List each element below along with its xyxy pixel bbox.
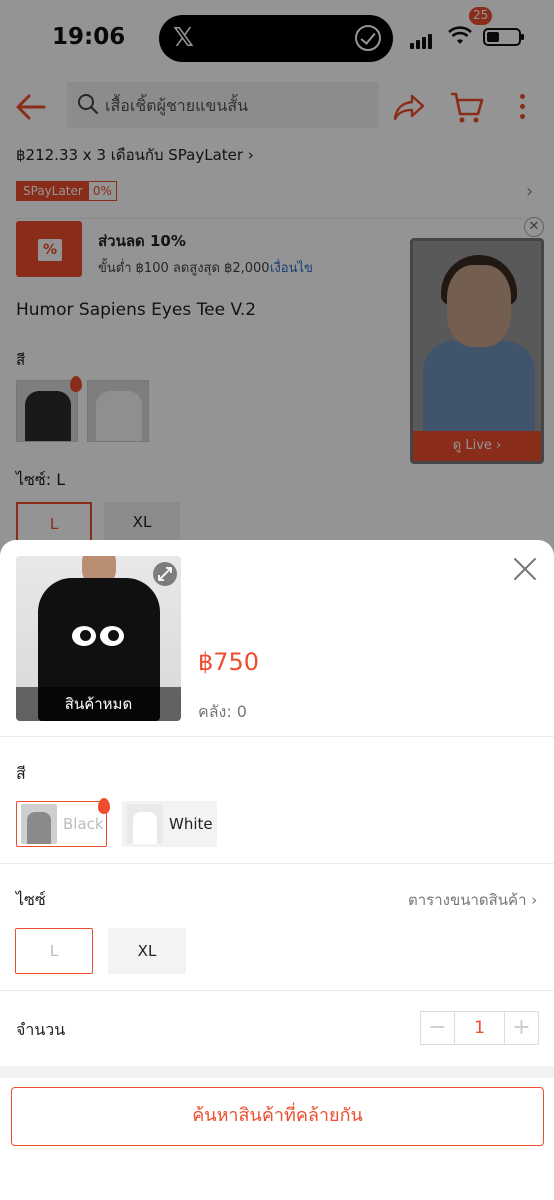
white-thumb-image — [127, 804, 163, 844]
product-image[interactable]: สินค้าหมด — [16, 556, 181, 721]
size-option-xl-label: XL — [137, 942, 157, 960]
size-option-xl[interactable]: XL — [108, 928, 186, 974]
sold-out-label: สินค้าหมด — [16, 687, 181, 721]
find-similar-button[interactable]: ค้นหาสินค้าที่คล้ายกัน — [11, 1087, 544, 1146]
quantity-label: จำนวน — [16, 1020, 66, 1039]
close-icon[interactable] — [512, 556, 538, 582]
stock-count: คลัง: 0 — [198, 702, 247, 721]
hot-flame-icon — [98, 798, 110, 814]
color-option-white[interactable]: White — [122, 801, 217, 847]
quantity-stepper: − 1 + — [420, 1011, 539, 1045]
size-chart-link[interactable]: ตารางขนาดสินค้า › — [408, 888, 537, 912]
size-section-label: ไซซ์ — [16, 890, 46, 909]
variant-bottom-sheet: สินค้าหมด ฿750 คลัง: 0 สี Black White ไซ… — [0, 540, 554, 1200]
color-option-white-label: White — [169, 815, 213, 833]
quantity-decrease-button[interactable]: − — [421, 1012, 454, 1044]
color-option-black-label: Black — [63, 815, 104, 833]
color-section-label: สี — [16, 764, 26, 783]
black-thumb-image — [21, 804, 57, 844]
quantity-value[interactable]: 1 — [454, 1012, 505, 1044]
quantity-increase-button[interactable]: + — [505, 1012, 538, 1044]
expand-icon[interactable] — [153, 562, 177, 586]
size-option-l-label: L — [49, 942, 59, 960]
color-option-black[interactable]: Black — [16, 801, 107, 847]
size-option-l[interactable]: L — [15, 928, 93, 974]
price: ฿750 — [198, 648, 260, 676]
